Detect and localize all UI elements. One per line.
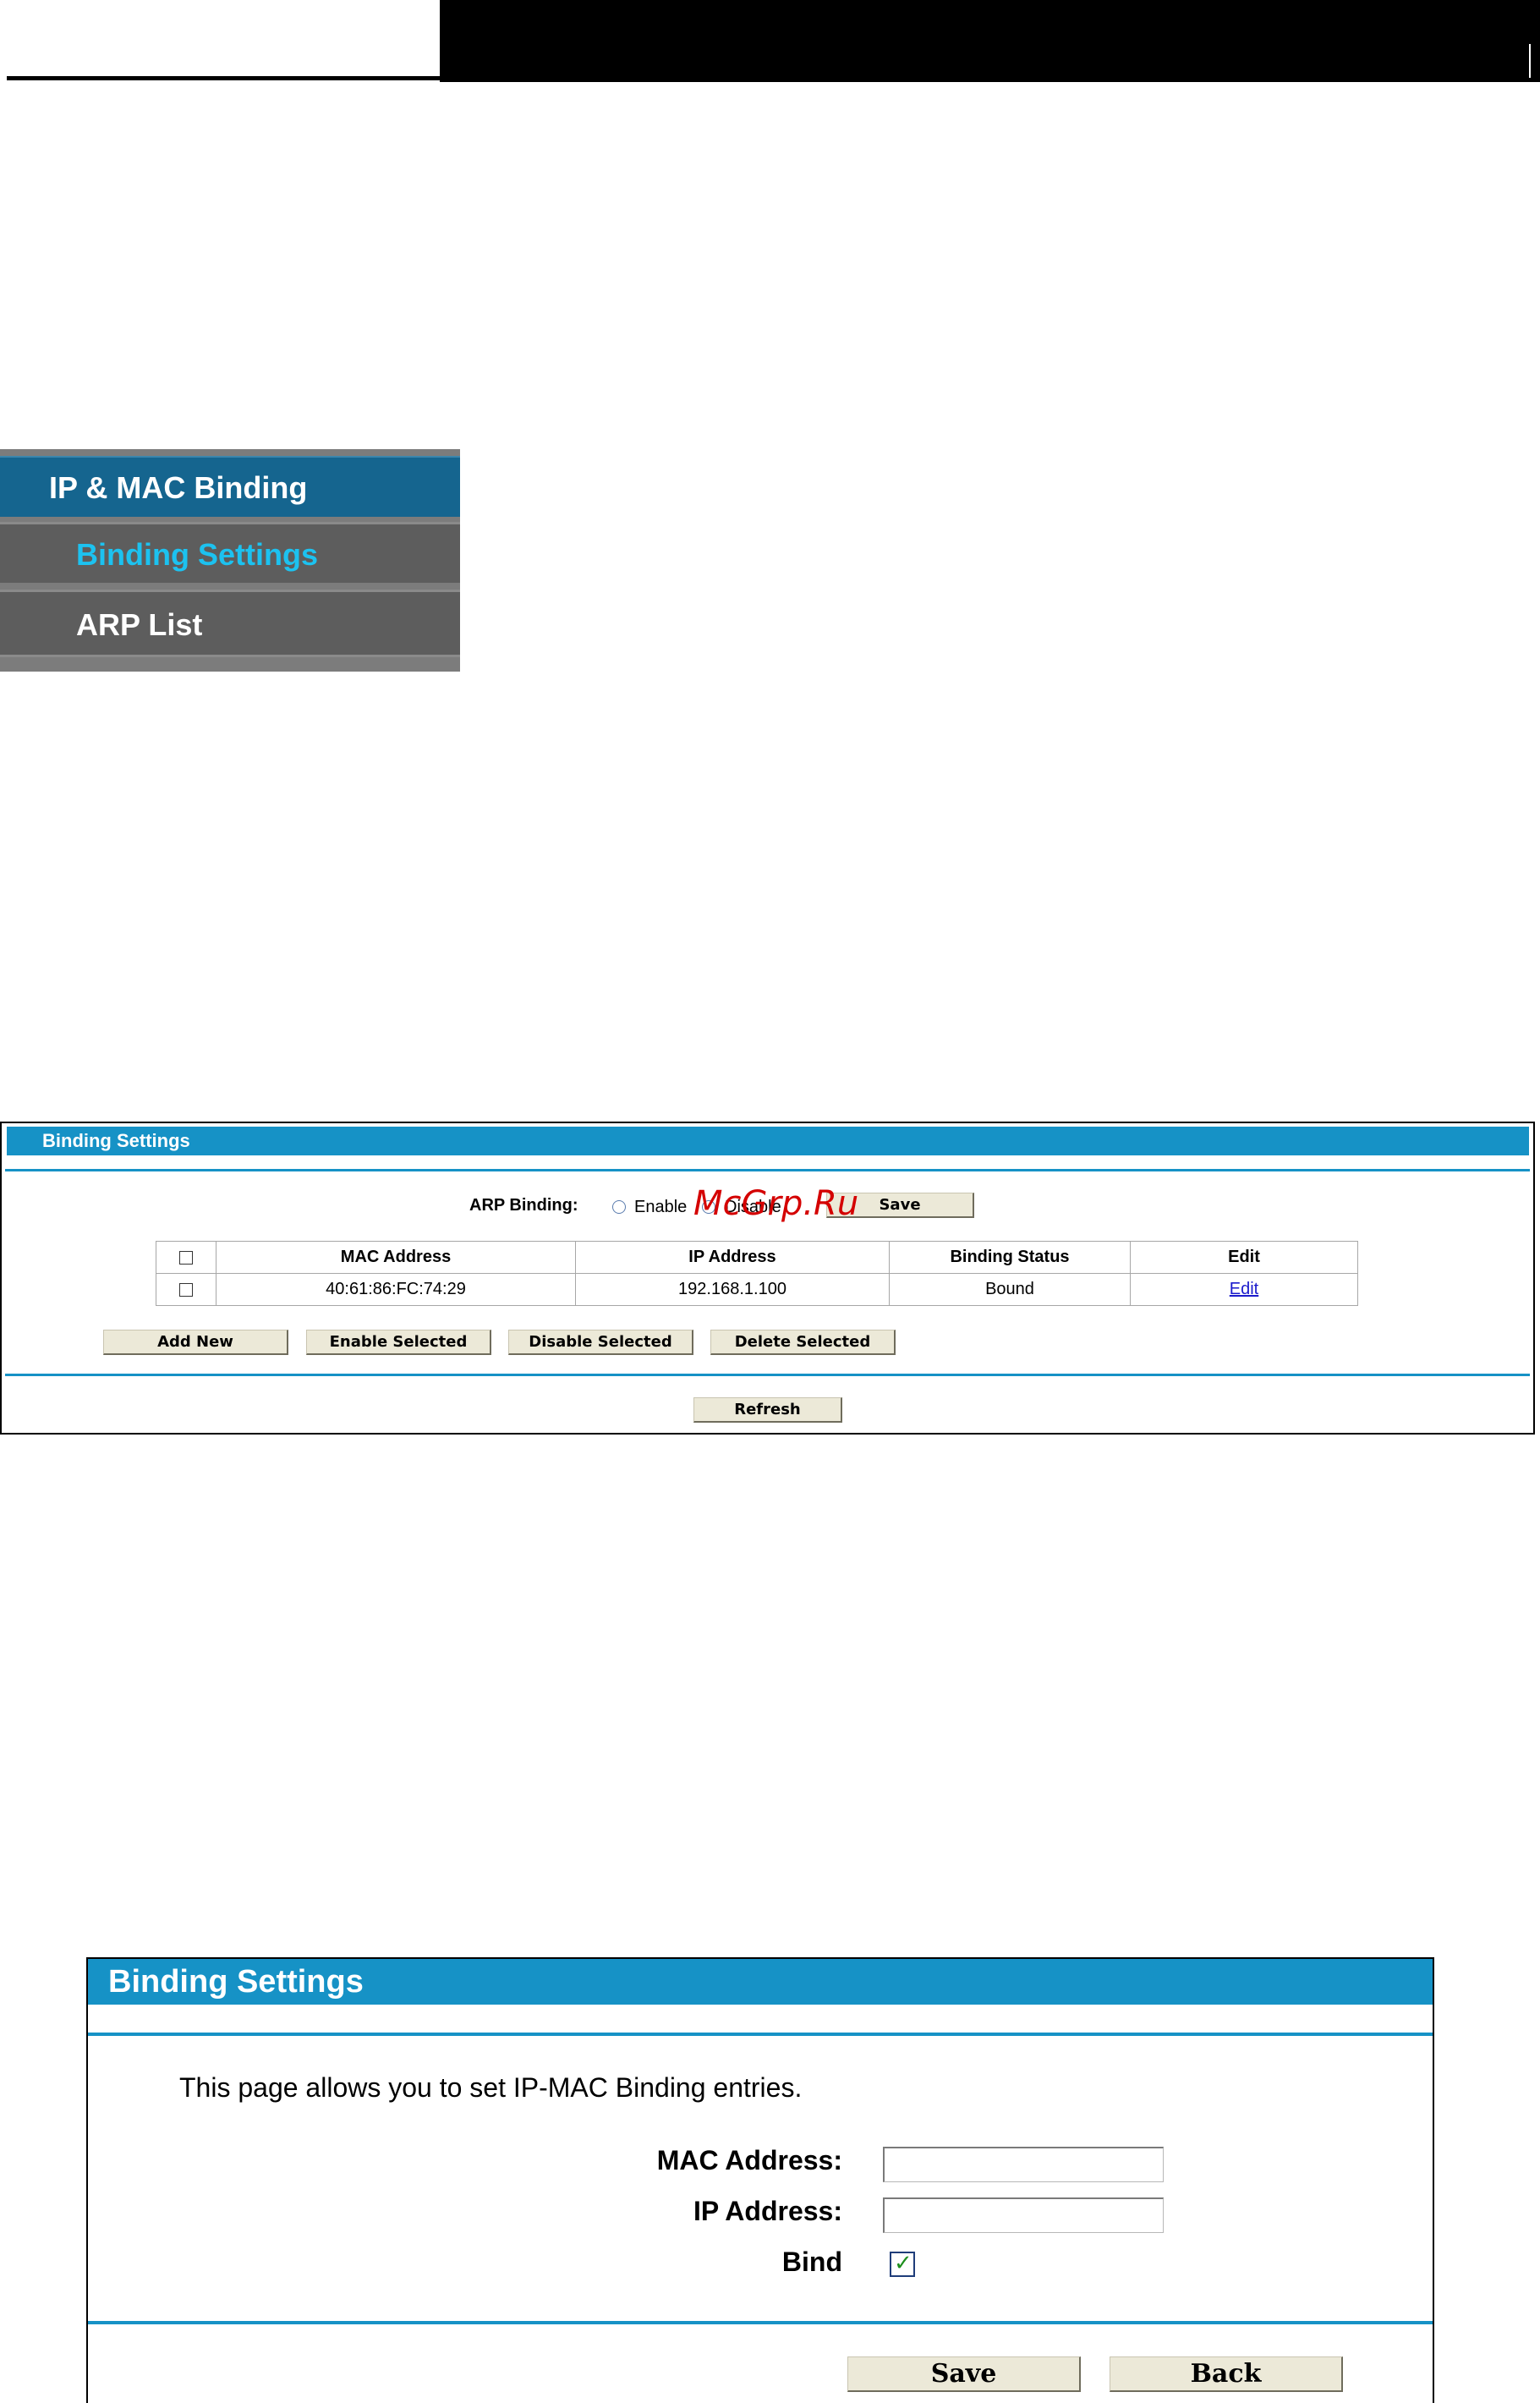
row-checkbox[interactable]	[179, 1282, 193, 1297]
refresh-button[interactable]: Refresh	[693, 1397, 842, 1423]
panel-title: Binding Settings	[88, 1959, 1433, 2005]
cell-ip: 192.168.1.100	[575, 1273, 890, 1306]
cell-mac: 40:61:86:FC:74:29	[216, 1273, 576, 1306]
cell-edit: Edit	[1130, 1273, 1358, 1306]
arp-binding-label: ARP Binding:	[469, 1196, 578, 1215]
sidebar-menu: IP & MAC Binding Binding Settings ARP Li…	[0, 449, 460, 672]
mac-address-input[interactable]	[883, 2147, 1164, 2182]
menu-item-ip-mac-binding[interactable]: IP & MAC Binding	[0, 456, 460, 517]
column-header-ip: IP Address	[575, 1241, 890, 1274]
delete-selected-button[interactable]: Delete Selected	[710, 1330, 896, 1355]
header-divider	[1529, 44, 1531, 78]
disable-selected-button[interactable]: Disable Selected	[508, 1330, 693, 1355]
panel-title: Binding Settings	[7, 1127, 1529, 1155]
table-row: 40:61:86:FC:74:29 192.168.1.100 Bound Ed…	[156, 1273, 1358, 1306]
save-button[interactable]: Save	[847, 2356, 1081, 2392]
back-button[interactable]: Back	[1110, 2356, 1343, 2392]
divider	[5, 1169, 1530, 1171]
enable-radio[interactable]	[612, 1200, 626, 1214]
column-header-mac: MAC Address	[216, 1241, 576, 1274]
select-all-checkbox[interactable]	[179, 1250, 193, 1265]
binding-settings-form-panel: Binding Settings This page allows you to…	[86, 1957, 1434, 2403]
page-description: This page allows you to set IP-MAC Bindi…	[179, 2072, 803, 2103]
header-bar	[440, 0, 1540, 82]
bind-checkbox[interactable]	[890, 2251, 915, 2277]
binding-settings-list-panel: Binding Settings ARP Binding: Enable Dis…	[0, 1122, 1535, 1435]
watermark: McGrp.Ru	[693, 1184, 859, 1223]
column-header-edit: Edit	[1130, 1241, 1358, 1274]
bind-label: Bind	[781, 2247, 842, 2277]
cell-status: Bound	[889, 1273, 1131, 1306]
menu-item-arp-list[interactable]: ARP List	[0, 590, 460, 657]
row-select-cell	[156, 1273, 216, 1306]
ip-address-label: IP Address:	[693, 2196, 842, 2226]
ip-address-input[interactable]	[883, 2197, 1164, 2233]
edit-link[interactable]: Edit	[1230, 1280, 1258, 1298]
menu-item-binding-settings[interactable]: Binding Settings	[0, 522, 460, 583]
mac-address-label: MAC Address:	[656, 2145, 842, 2175]
add-new-button[interactable]: Add New	[103, 1330, 288, 1355]
divider	[88, 2033, 1433, 2036]
column-header-status: Binding Status	[889, 1241, 1131, 1274]
enable-label: Enable	[634, 1198, 688, 1216]
binding-table: MAC Address IP Address Binding Status Ed…	[156, 1241, 1358, 1306]
table-header-row: MAC Address IP Address Binding Status Ed…	[156, 1241, 1358, 1274]
divider	[5, 1374, 1530, 1376]
select-all-cell	[156, 1241, 216, 1274]
header-underline	[7, 76, 440, 80]
enable-selected-button[interactable]: Enable Selected	[306, 1330, 491, 1355]
divider	[88, 2321, 1433, 2324]
